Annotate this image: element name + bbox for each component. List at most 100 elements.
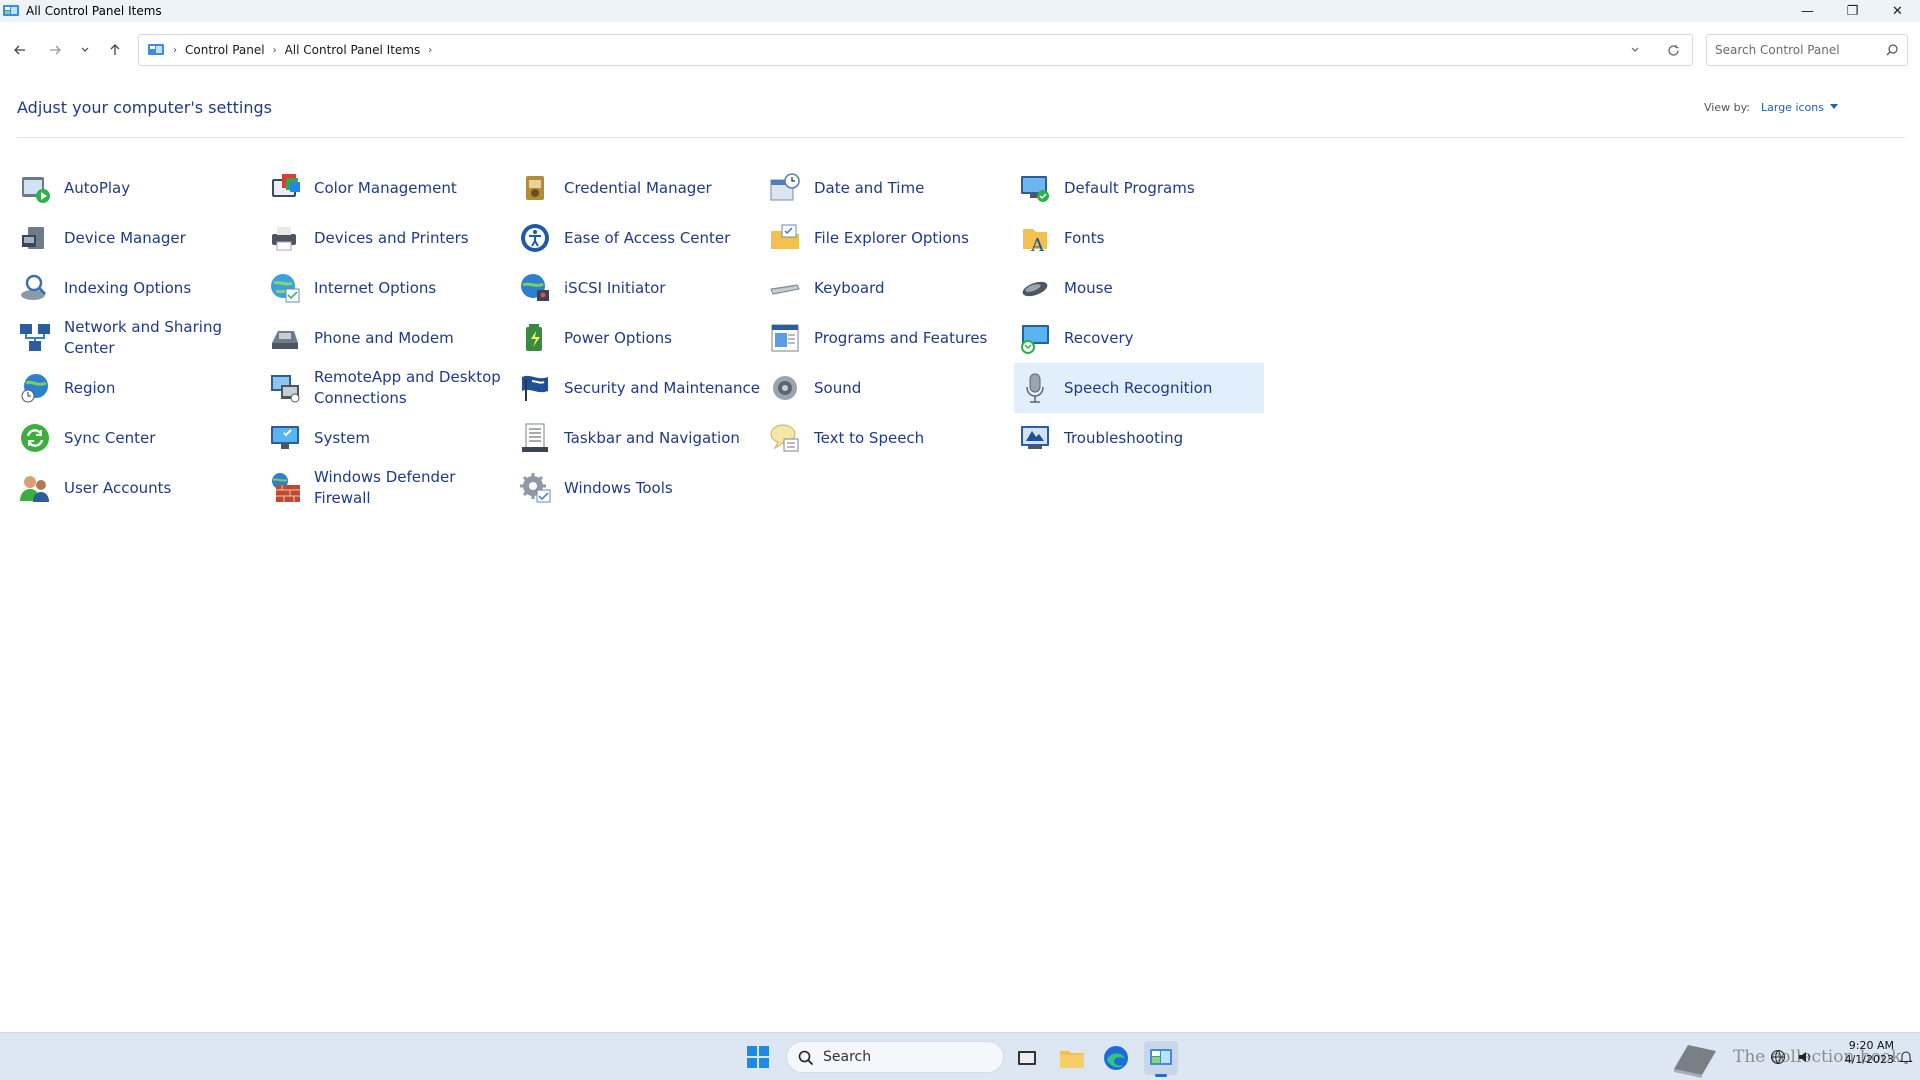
item-phone-and-modem[interactable]: Phone and Modem — [264, 313, 514, 363]
windows-start-icon[interactable] — [746, 1045, 770, 1069]
forward-button[interactable] — [45, 40, 65, 60]
item-recovery[interactable]: Recovery — [1014, 313, 1264, 363]
taskbar-control-panel[interactable] — [1144, 1041, 1178, 1077]
item-file-explorer-options[interactable]: File Explorer Options — [764, 213, 1014, 263]
breadcrumb-separator-icon[interactable]: › — [173, 45, 177, 56]
autoplay-icon — [22, 177, 50, 203]
microphone-icon — [1026, 373, 1044, 403]
search-placeholder: Search Control Panel — [1715, 43, 1840, 57]
item-date-and-time[interactable]: Date and Time — [764, 163, 1014, 213]
maximize-button[interactable]: ❐ — [1830, 0, 1875, 22]
remoteapp-icon — [271, 375, 300, 403]
internet-options-icon — [271, 274, 300, 303]
control-panel-icon — [1150, 1049, 1172, 1065]
clock-time: 9:20 AM — [1848, 1039, 1894, 1052]
item-device-manager[interactable]: Device Manager — [14, 213, 264, 263]
clock-date: 4/1/2023 — [1844, 1053, 1894, 1066]
minimize-button[interactable]: — — [1785, 0, 1830, 22]
divider — [17, 137, 1905, 138]
system-clock[interactable]: 9:20 AM 4/1/2023 — [1824, 1039, 1894, 1067]
breadcrumb-separator-icon[interactable]: › — [273, 45, 277, 56]
item-color-management[interactable]: Color Management — [264, 163, 514, 213]
item-windows-tools[interactable]: Windows Tools — [514, 463, 764, 513]
taskbar: Search The collection book 9:20 AM 4/1/2… — [0, 1032, 1920, 1080]
system-icon — [271, 426, 299, 449]
item-speech-recognition[interactable]: Speech Recognition — [1014, 363, 1264, 413]
item-taskbar-and-navigation[interactable]: Taskbar and Navigation — [514, 413, 764, 463]
item-credential-manager[interactable]: Credential Manager — [514, 163, 764, 213]
item-sound[interactable]: Sound — [764, 363, 1014, 413]
item-system[interactable]: System — [264, 413, 514, 463]
item-security-and-maintenance[interactable]: Security and Maintenance — [514, 363, 764, 413]
item-sync-center[interactable]: Sync Center — [14, 413, 264, 463]
folder-options-icon — [771, 224, 799, 249]
item-default-programs[interactable]: Default Programs — [1014, 163, 1264, 213]
item-ease-of-access-center[interactable]: Ease of Access Center — [514, 213, 764, 263]
up-button[interactable] — [105, 40, 125, 60]
recent-locations-button[interactable] — [75, 40, 95, 60]
iscsi-icon — [521, 274, 549, 301]
network-tray-icon[interactable] — [1770, 1049, 1786, 1065]
item-fonts[interactable]: A Fonts — [1014, 213, 1264, 263]
page-heading: Adjust your computer's settings — [17, 98, 272, 117]
notification-icon[interactable] — [1898, 1049, 1914, 1065]
address-bar[interactable]: › Control Panel › All Control Panel Item… — [138, 34, 1693, 66]
search-icon[interactable] — [1885, 43, 1899, 57]
recovery-icon — [1021, 325, 1049, 354]
window-title: All Control Panel Items — [26, 4, 162, 18]
security-flag-icon — [522, 375, 548, 401]
user-accounts-icon — [20, 476, 49, 502]
svg-text:A: A — [1030, 235, 1045, 255]
credential-manager-icon — [526, 176, 544, 200]
chevron-down-icon — [1631, 47, 1639, 52]
item-power-options[interactable]: Power Options — [514, 313, 764, 363]
item-indexing-options[interactable]: Indexing Options — [14, 263, 264, 313]
breadcrumb-control-panel[interactable]: Control Panel — [185, 43, 265, 57]
network-icon — [20, 324, 50, 351]
view-by-dropdown[interactable]: Large icons — [1761, 101, 1824, 114]
book-watermark-icon — [1674, 1045, 1716, 1078]
close-button[interactable]: ✕ — [1875, 0, 1920, 22]
item-network-and-sharing-center[interactable]: Network and Sharing Center — [14, 313, 264, 363]
item-region[interactable]: Region — [14, 363, 264, 413]
item-internet-options[interactable]: Internet Options — [264, 263, 514, 313]
item-windows-defender-firewall[interactable]: Windows Defender Firewall — [264, 463, 514, 513]
refresh-button[interactable] — [1654, 35, 1692, 65]
windows-tools-icon — [520, 473, 551, 503]
item-mouse[interactable]: Mouse — [1014, 263, 1264, 313]
folder-icon — [1060, 1051, 1084, 1068]
taskbar-task-view[interactable] — [1010, 1041, 1044, 1075]
dropdown-caret-icon[interactable] — [1830, 104, 1838, 109]
item-devices-and-printers[interactable]: Devices and Printers — [264, 213, 514, 263]
speaker-icon — [773, 376, 797, 400]
item-user-accounts[interactable]: User Accounts — [14, 463, 264, 513]
edge-browser-icon — [1104, 1046, 1128, 1070]
arrow-right-icon — [50, 45, 61, 55]
search-input[interactable]: Search Control Panel — [1706, 34, 1908, 66]
taskbar-search-label: Search — [823, 1049, 872, 1065]
item-troubleshooting[interactable]: Troubleshooting — [1014, 413, 1264, 463]
refresh-icon — [1667, 44, 1679, 56]
taskbar-edge[interactable] — [1099, 1041, 1133, 1075]
breadcrumb-all-items[interactable]: All Control Panel Items — [285, 43, 421, 57]
programs-features-icon — [771, 324, 799, 352]
taskbar-search[interactable]: Search — [786, 1041, 1004, 1073]
item-iscsi-initiator[interactable]: iSCSI Initiator — [514, 263, 764, 313]
keyboard-icon — [770, 284, 800, 295]
volume-tray-icon[interactable] — [1797, 1049, 1813, 1065]
item-autoplay[interactable]: AutoPlay — [14, 163, 264, 213]
date-time-icon — [770, 173, 800, 201]
back-button[interactable] — [10, 40, 30, 60]
item-remoteapp-and-desktop-connections[interactable]: RemoteApp and Desktop Connections — [264, 363, 514, 413]
title-bar: All Control Panel Items — ❐ ✕ — [0, 0, 1920, 22]
taskbar-file-explorer[interactable] — [1055, 1041, 1089, 1075]
taskbar-icon — [522, 423, 548, 452]
breadcrumb-separator-icon[interactable]: › — [428, 45, 432, 56]
item-text-to-speech[interactable]: Text to Speech — [764, 413, 1014, 463]
address-history-button[interactable] — [1616, 35, 1654, 65]
control-panel-app-icon — [3, 5, 19, 16]
item-programs-and-features[interactable]: Programs and Features — [764, 313, 1014, 363]
item-keyboard[interactable]: Keyboard — [764, 263, 1014, 313]
search-icon — [798, 1050, 814, 1066]
task-view-icon — [1018, 1051, 1036, 1065]
